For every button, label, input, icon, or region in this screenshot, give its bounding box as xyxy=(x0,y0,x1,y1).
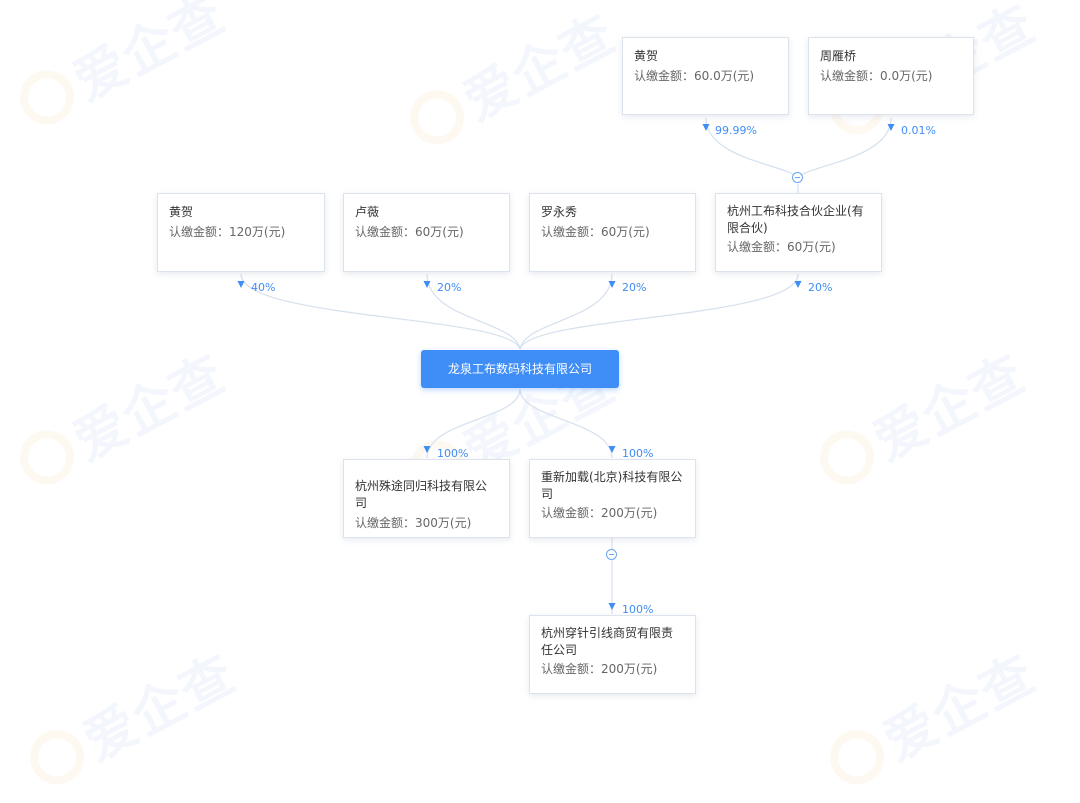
upper-shareholder-percent: 0.01% xyxy=(901,124,936,137)
arrow-i3 xyxy=(608,603,616,610)
arrow-s1 xyxy=(237,281,245,288)
investment-amount: 认缴金额：200万(元) xyxy=(541,506,658,520)
shareholder-card[interactable]: 黄贺 认缴金额：120万(元) xyxy=(157,193,325,272)
upper-shareholder-card[interactable]: 周雁桥 认缴金额：0.0万(元) xyxy=(808,37,974,115)
upper-shareholder-percent: 99.99% xyxy=(715,124,757,137)
shareholder-name: 杭州工布科技合伙企业(有限合伙) xyxy=(727,204,864,235)
shareholder-percent: 40% xyxy=(251,281,276,294)
edge-u2-to-s4 xyxy=(797,117,892,179)
investment-name: 重新加载(北京)科技有限公司 xyxy=(541,470,683,501)
investment-name: 杭州殊途同归科技有限公司 xyxy=(355,479,488,510)
collapse-toggle-icon[interactable] xyxy=(606,549,617,560)
investment-card[interactable]: 重新加载(北京)科技有限公司 认缴金额：200万(元) xyxy=(529,459,696,538)
sub-investment-name: 杭州穿针引线商贸有限责任公司 xyxy=(541,626,674,657)
upper-shareholder-amount: 认缴金额：0.0万(元) xyxy=(820,69,933,83)
equity-structure-diagram: 爱企查 爱企查 爱企查 爱企查 爱企查 爱企查 爱企查 爱企查 xyxy=(0,0,1080,794)
shareholder-percent: 20% xyxy=(808,281,833,294)
upper-shareholder-name: 周雁桥 xyxy=(820,49,857,63)
investment-card[interactable]: 杭州殊途同归科技有限公司 认缴金额：300万(元) xyxy=(343,459,510,538)
shareholder-card[interactable]: 罗永秀 认缴金额：60万(元) xyxy=(529,193,696,272)
edge-s3-to-root xyxy=(519,273,613,350)
shareholder-amount: 认缴金额：60万(元) xyxy=(355,225,464,239)
upper-shareholder-name: 黄贺 xyxy=(634,49,659,63)
sub-investment-amount: 认缴金额：200万(元) xyxy=(541,662,658,676)
arrow-s4 xyxy=(794,281,802,288)
shareholder-card[interactable]: 杭州工布科技合伙企业(有限合伙) 认缴金额：60万(元) xyxy=(715,193,882,272)
shareholder-name: 卢薇 xyxy=(355,205,380,219)
shareholder-amount: 认缴金额：60万(元) xyxy=(727,240,836,254)
edge-s1-to-root xyxy=(240,273,521,350)
shareholder-percent: 20% xyxy=(622,281,647,294)
shareholder-name: 黄贺 xyxy=(169,205,194,219)
arrow-i1 xyxy=(423,446,431,453)
sub-investment-card[interactable]: 杭州穿针引线商贸有限责任公司 认缴金额：200万(元) xyxy=(529,615,696,694)
upper-shareholder-amount: 认缴金额：60.0万(元) xyxy=(634,69,755,83)
shareholder-name: 罗永秀 xyxy=(541,205,578,219)
edge-root-to-i2 xyxy=(519,388,613,459)
arrow-i2 xyxy=(608,446,616,453)
edge-s4-to-root xyxy=(519,273,799,350)
shareholder-card[interactable]: 卢薇 认缴金额：60万(元) xyxy=(343,193,510,272)
shareholder-amount: 认缴金额：120万(元) xyxy=(169,225,286,239)
investment-amount: 认缴金额：300万(元) xyxy=(355,516,472,530)
shareholder-amount: 认缴金额：60万(元) xyxy=(541,225,650,239)
root-company-node[interactable]: 龙泉工布数码科技有限公司 xyxy=(421,350,619,388)
upper-shareholder-card[interactable]: 黄贺 认缴金额：60.0万(元) xyxy=(622,37,789,115)
collapse-toggle-icon[interactable] xyxy=(792,172,803,183)
shareholder-percent: 20% xyxy=(437,281,462,294)
